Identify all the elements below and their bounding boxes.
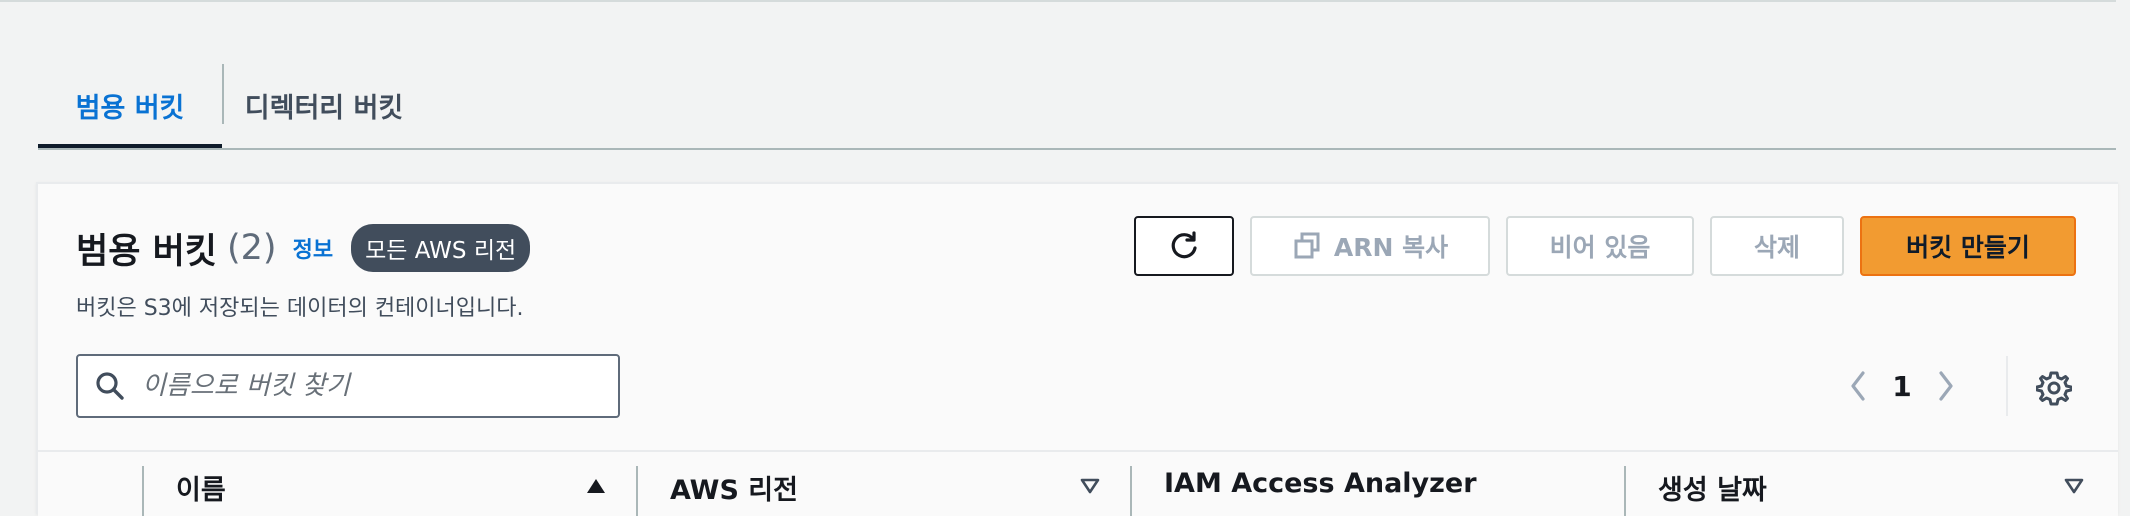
empty-bucket-label: 비어 있음 (1549, 233, 1651, 262)
column-header-access-analyzer[interactable]: IAM Access Analyzer (1164, 468, 1477, 499)
bucket-count: (2) (227, 228, 277, 268)
pagination: 1 (1834, 356, 1970, 416)
sort-ascending-icon[interactable] (584, 474, 608, 498)
tab-label: 디렉터리 버킷 (244, 92, 404, 124)
column-header-name[interactable]: 이름 (176, 468, 226, 507)
create-bucket-button[interactable]: 버킷 만들기 (1860, 216, 2076, 276)
refresh-icon (1167, 229, 1201, 263)
search-field[interactable] (76, 354, 620, 418)
top-divider (0, 0, 2116, 2)
column-separator (142, 466, 144, 516)
panel-header: 범용 버킷 (2) 정보 모든 AWS 리전 (76, 224, 531, 272)
current-page-number[interactable]: 1 (1882, 370, 1922, 403)
column-separator (1130, 466, 1132, 516)
search-input[interactable] (140, 370, 604, 402)
chevron-right-icon (1935, 369, 1957, 403)
panel-description: 버킷은 S3에 저장되는 데이터의 컨테이너입니다. (76, 296, 524, 321)
tabs-divider (38, 148, 2116, 150)
delete-button[interactable]: 삭제 (1710, 216, 1844, 276)
sort-caret-down-icon[interactable] (2062, 474, 2086, 498)
refresh-button[interactable] (1134, 216, 1234, 276)
gear-icon (2036, 370, 2072, 406)
delete-label: 삭제 (1753, 233, 1800, 262)
copy-icon (1292, 231, 1322, 261)
copy-arn-label: ARN 복사 (1333, 233, 1449, 262)
info-link[interactable]: 정보 (293, 232, 333, 264)
pagination-separator (2006, 356, 2008, 416)
create-bucket-label: 버킷 만들기 (1906, 233, 2030, 262)
chevron-left-icon (1847, 369, 1869, 403)
search-icon (94, 370, 126, 402)
region-badge: 모든 AWS 리전 (351, 224, 531, 272)
tab-directory-buckets[interactable]: 디렉터리 버킷 (224, 62, 424, 148)
next-page-button[interactable] (1922, 356, 1970, 416)
sort-caret-down-icon[interactable] (1078, 474, 1102, 498)
table-header: 이름 AWS 리전 IAM Access Analyzer 생성 날짜 (38, 450, 2118, 516)
empty-bucket-button[interactable]: 비어 있음 (1506, 216, 1694, 276)
column-header-region[interactable]: AWS 리전 (670, 468, 798, 507)
copy-arn-button[interactable]: ARN 복사 (1250, 216, 1490, 276)
table-preferences-button[interactable] (2030, 364, 2078, 412)
column-separator (636, 466, 638, 516)
buckets-panel: 범용 버킷 (2) 정보 모든 AWS 리전 버킷은 S3에 저장되는 데이터의… (36, 182, 2118, 516)
previous-page-button[interactable] (1834, 356, 1882, 416)
bucket-type-tabs: 범용 버킷 디렉터리 버킷 (38, 62, 2116, 150)
column-separator (1624, 466, 1626, 516)
tab-general-purpose-buckets[interactable]: 범용 버킷 (38, 62, 222, 150)
tab-label: 범용 버킷 (75, 92, 185, 124)
column-header-creation-date[interactable]: 생성 날짜 (1658, 468, 1767, 507)
page-title: 범용 버킷 (76, 231, 217, 272)
